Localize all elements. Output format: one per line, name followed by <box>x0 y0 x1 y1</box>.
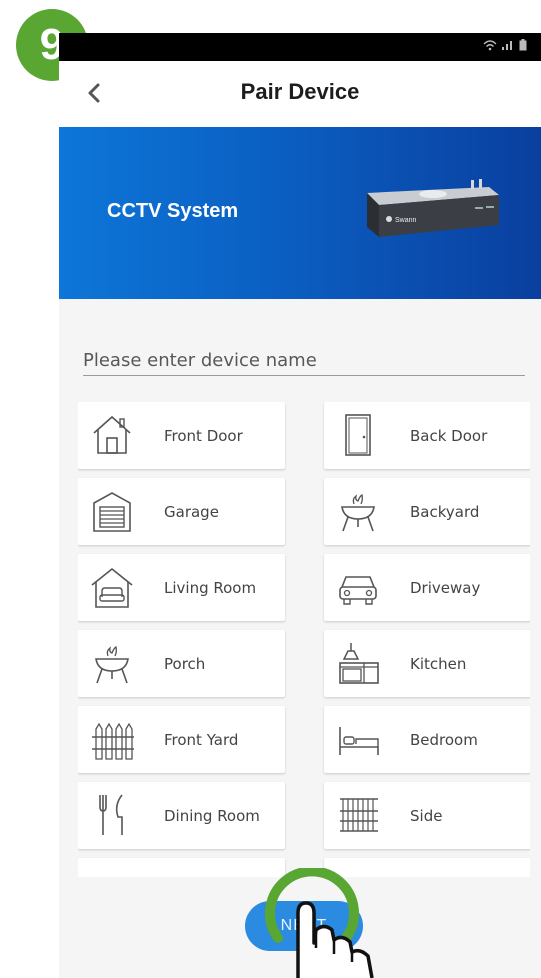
location-label: Bedroom <box>410 731 478 749</box>
wifi-icon <box>483 40 497 51</box>
location-tile[interactable]: Driveway <box>324 554 530 621</box>
door-icon <box>345 414 371 456</box>
grill-icon <box>95 646 129 684</box>
location-tile[interactable]: Porch <box>78 630 285 697</box>
tap-hand-icon <box>265 868 374 978</box>
location-tile[interactable]: Front Yard <box>78 706 285 773</box>
location-tile[interactable]: Back Door <box>324 402 530 469</box>
side-fence-icon <box>340 798 378 832</box>
location-tile[interactable]: Backyard <box>324 478 530 545</box>
app-header: Pair Device <box>59 61 541 127</box>
page-title: Pair Device <box>240 79 360 104</box>
status-icons <box>483 39 527 51</box>
location-label: Back Door <box>410 427 488 445</box>
location-tile[interactable]: Dining Room <box>78 782 285 849</box>
location-label: Garage <box>164 503 219 521</box>
grill-icon <box>341 494 375 532</box>
location-label: Front Yard <box>164 731 239 749</box>
location-label: Kitchen <box>410 655 467 673</box>
location-tile[interactable]: Bedroom <box>324 706 530 773</box>
cutlery-icon <box>99 794 123 835</box>
house-door-icon <box>93 415 131 454</box>
location-label: Driveway <box>410 579 481 597</box>
battery-icon <box>519 39 527 51</box>
device-name-input[interactable] <box>83 345 525 376</box>
dvr-device-image: Swann <box>367 179 499 237</box>
signal-icon <box>502 41 512 50</box>
sofa-house-icon <box>91 567 133 608</box>
location-label: Side <box>410 807 443 825</box>
location-label: Porch <box>164 655 206 673</box>
garage-icon <box>93 492 131 532</box>
location-tile[interactable]: Garage <box>78 478 285 545</box>
device-brand-label: Swann <box>395 217 417 224</box>
location-label: Backyard <box>410 503 480 521</box>
location-tile[interactable]: Living Room <box>78 554 285 621</box>
location-label: Living Room <box>164 579 257 597</box>
location-tile[interactable]: Side <box>324 782 530 849</box>
location-tile[interactable]: Kitchen <box>324 630 530 697</box>
bed-icon <box>339 727 379 755</box>
car-icon <box>339 576 377 605</box>
location-grid: Front Door Back Door Garage Backyard Living … <box>78 402 530 877</box>
kitchen-icon <box>339 643 379 684</box>
location-label: Front Door <box>164 427 243 445</box>
device-type-title: CCTV System <box>107 200 239 222</box>
location-tile[interactable]: Front Door <box>78 402 285 469</box>
fence-icon <box>92 722 134 760</box>
device-banner: CCTV System Swann <box>59 127 541 299</box>
status-bar <box>59 33 541 61</box>
location-label: Dining Room <box>164 807 260 825</box>
phone-screen: Pair Device CCTV System Swann Front Door… <box>59 33 541 978</box>
